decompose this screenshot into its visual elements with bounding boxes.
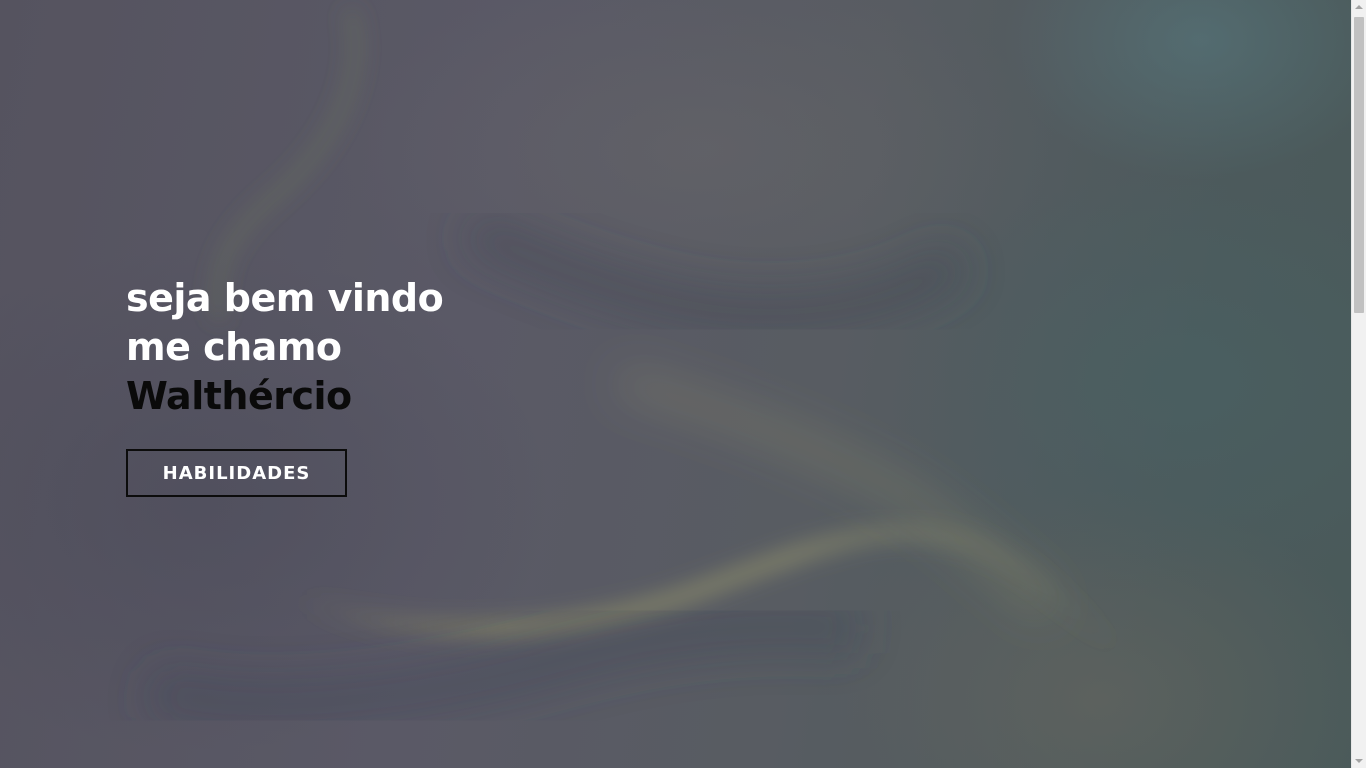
hero-content: seja bem vindo me chamo Walthércio HABIL… (126, 274, 444, 497)
hero-section: seja bem vindo me chamo Walthércio HABIL… (0, 0, 1351, 768)
scroll-down-arrow-icon[interactable] (1355, 759, 1363, 763)
skills-button[interactable]: HABILIDADES (126, 449, 347, 497)
hero-headline: seja bem vindo me chamo Walthércio (126, 274, 444, 421)
scroll-up-arrow-icon[interactable] (1355, 5, 1363, 9)
page-viewport: seja bem vindo me chamo Walthércio HABIL… (0, 0, 1366, 768)
greeting-line-2: me chamo (126, 325, 342, 369)
author-name: Walthércio (126, 374, 352, 418)
greeting-line-1: seja bem vindo (126, 276, 444, 320)
vertical-scrollbar[interactable] (1351, 0, 1366, 768)
scrollbar-thumb[interactable] (1354, 17, 1364, 313)
